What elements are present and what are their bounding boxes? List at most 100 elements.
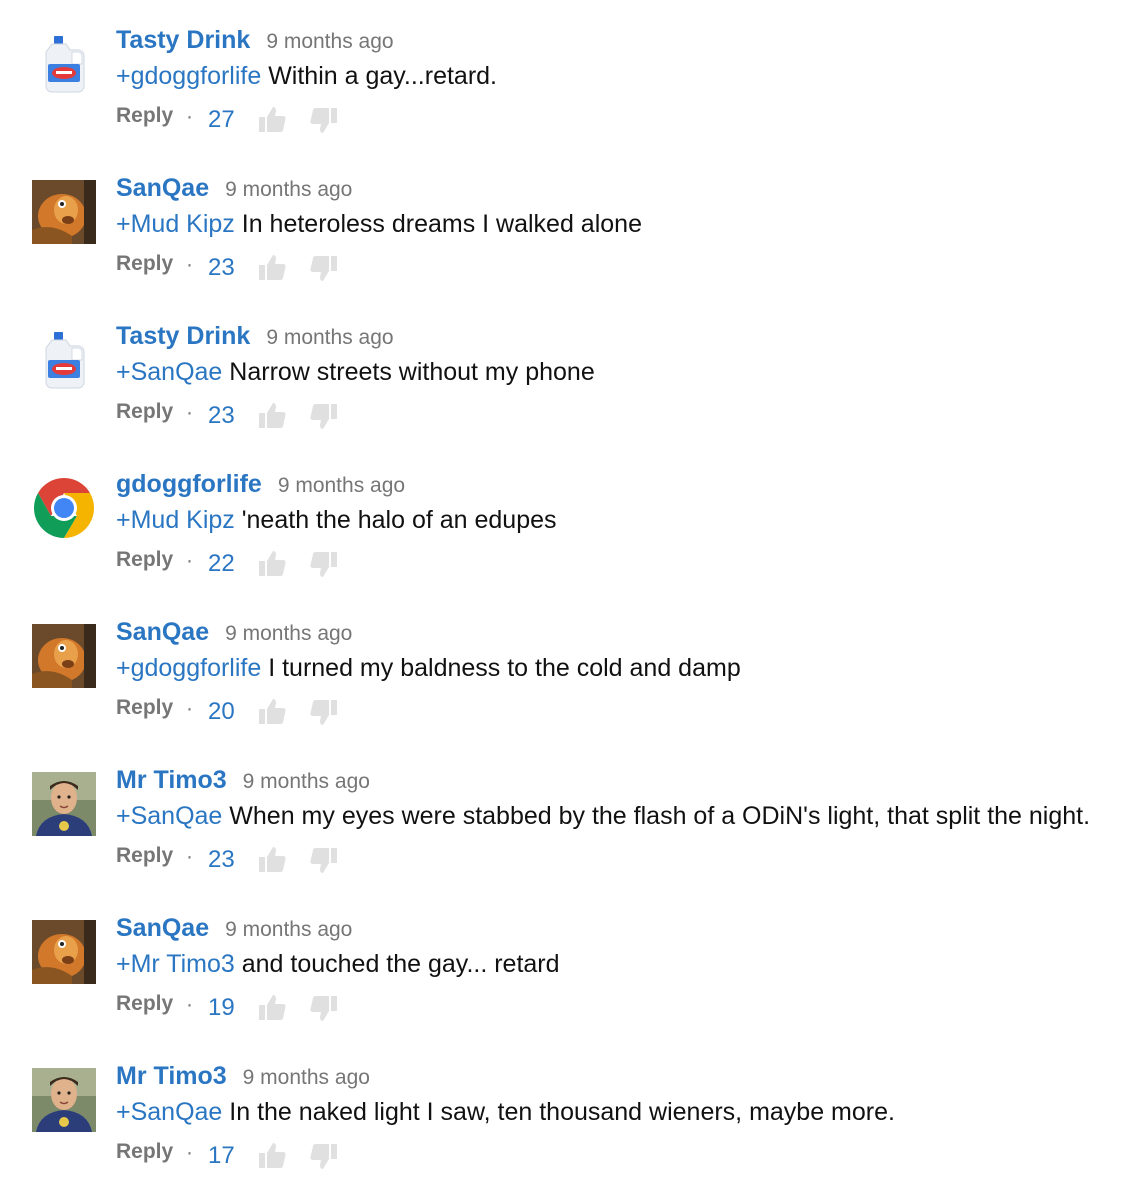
comment-header: SanQae 9 months ago xyxy=(116,618,352,652)
bleach-bottle-avatar[interactable] xyxy=(32,32,96,96)
comment-header: Tasty Drink 9 months ago xyxy=(116,322,394,356)
comment-text: I turned my baldness to the cold and dam… xyxy=(261,654,741,682)
thumbs-down-icon[interactable] xyxy=(308,400,340,432)
reply-button[interactable]: Reply xyxy=(116,696,173,720)
bleach-bottle-avatar[interactable] xyxy=(32,328,96,392)
comment-item: Tasty Drink 9 months ago +gdoggforlife Wi… xyxy=(0,0,1136,148)
comment-timestamp[interactable]: 9 months ago xyxy=(266,30,393,53)
comment-author-link[interactable]: SanQae xyxy=(116,174,209,202)
comment-author-link[interactable]: Mr Timo3 xyxy=(116,766,227,794)
comment-text: Narrow streets without my phone xyxy=(222,358,595,386)
reply-button[interactable]: Reply xyxy=(116,844,173,868)
mention-link[interactable]: +SanQae xyxy=(116,802,222,830)
thumbs-down-icon[interactable] xyxy=(308,104,340,136)
separator-dot: · xyxy=(186,697,193,720)
comment-timestamp[interactable]: 9 months ago xyxy=(243,1066,370,1089)
separator-dot: · xyxy=(186,993,193,1016)
like-count: 23 xyxy=(208,402,235,429)
separator-dot: · xyxy=(186,845,193,868)
man-portrait-avatar[interactable] xyxy=(32,772,96,836)
thumbs-up-icon[interactable] xyxy=(256,548,288,580)
thumbs-up-icon[interactable] xyxy=(256,1140,288,1172)
reply-button[interactable]: Reply xyxy=(116,548,173,572)
thumbs-up-icon[interactable] xyxy=(256,992,288,1024)
comment-body: +Mr Timo3 and touched the gay... retard xyxy=(116,950,560,979)
comment-author-link[interactable]: Tasty Drink xyxy=(116,26,250,54)
comment-text: In the naked light I saw, ten thousand w… xyxy=(222,1098,895,1126)
comment-timestamp[interactable]: 9 months ago xyxy=(278,474,405,497)
like-count: 27 xyxy=(208,106,235,133)
comment-text: and touched the gay... retard xyxy=(234,950,560,978)
like-count: 23 xyxy=(208,254,235,281)
thumbs-down-icon[interactable] xyxy=(308,252,340,284)
comment-body: +Mud Kipz 'neath the halo of an edupes xyxy=(116,506,557,535)
mention-link[interactable]: +Mr Timo3 xyxy=(116,950,235,978)
comment-item: Mr Timo3 9 months ago +SanQae In the nake… xyxy=(0,1036,1136,1184)
like-count: 22 xyxy=(208,550,235,577)
mention-link[interactable]: +gdoggforlife xyxy=(116,62,261,90)
comment-text: Within a gay...retard. xyxy=(261,62,498,90)
thumbs-down-icon[interactable] xyxy=(308,992,340,1024)
orange-creature-avatar[interactable] xyxy=(32,624,96,688)
comment-item: SanQae 9 months ago +gdoggforlife I turne… xyxy=(0,592,1136,740)
like-count: 17 xyxy=(208,1142,235,1169)
thumbs-down-icon[interactable] xyxy=(308,548,340,580)
reply-button[interactable]: Reply xyxy=(116,104,173,128)
comment-body: +SanQae When my eyes were stabbed by the… xyxy=(116,802,1090,831)
comment-header: SanQae 9 months ago xyxy=(116,174,352,208)
thumbs-down-icon[interactable] xyxy=(308,696,340,728)
separator-dot: · xyxy=(186,1141,193,1164)
thumbs-up-icon[interactable] xyxy=(256,400,288,432)
comment-author-link[interactable]: SanQae xyxy=(116,618,209,646)
comment-item: Mr Timo3 9 months ago +SanQae When my eye… xyxy=(0,740,1136,888)
comment-author-link[interactable]: gdoggforlife xyxy=(116,470,262,498)
separator-dot: · xyxy=(186,549,193,572)
comment-timestamp[interactable]: 9 months ago xyxy=(225,918,352,941)
comment-body: +gdoggforlife Within a gay...retard. xyxy=(116,62,497,91)
orange-creature-avatar[interactable] xyxy=(32,180,96,244)
comment-timestamp[interactable]: 9 months ago xyxy=(225,178,352,201)
separator-dot: · xyxy=(186,401,193,424)
reply-button[interactable]: Reply xyxy=(116,252,173,276)
man-portrait-avatar[interactable] xyxy=(32,1068,96,1132)
mention-link[interactable]: +Mud Kipz xyxy=(116,506,235,534)
like-count: 19 xyxy=(208,994,235,1021)
thumbs-up-icon[interactable] xyxy=(256,696,288,728)
comment-text: When my eyes were stabbed by the flash o… xyxy=(222,802,1091,830)
comment-author-link[interactable]: Mr Timo3 xyxy=(116,1062,227,1090)
comment-body: +SanQae Narrow streets without my phone xyxy=(116,358,595,387)
separator-dot: · xyxy=(186,105,193,128)
thumbs-up-icon[interactable] xyxy=(256,844,288,876)
chrome-logo-avatar[interactable] xyxy=(32,476,96,540)
thumbs-up-icon[interactable] xyxy=(256,252,288,284)
comment-timestamp[interactable]: 9 months ago xyxy=(243,770,370,793)
comment-header: Mr Timo3 9 months ago xyxy=(116,766,370,800)
comment-header: Mr Timo3 9 months ago xyxy=(116,1062,370,1096)
comment-author-link[interactable]: Tasty Drink xyxy=(116,322,250,350)
comment-header: SanQae 9 months ago xyxy=(116,914,352,948)
comment-timestamp[interactable]: 9 months ago xyxy=(266,326,393,349)
like-count: 23 xyxy=(208,846,235,873)
thumbs-down-icon[interactable] xyxy=(308,1140,340,1172)
thumbs-down-icon[interactable] xyxy=(308,844,340,876)
comment-header: gdoggforlife 9 months ago xyxy=(116,470,405,504)
comment-author-link[interactable]: SanQae xyxy=(116,914,209,942)
comment-timestamp[interactable]: 9 months ago xyxy=(225,622,352,645)
orange-creature-avatar[interactable] xyxy=(32,920,96,984)
reply-button[interactable]: Reply xyxy=(116,400,173,424)
mention-link[interactable]: +gdoggforlife xyxy=(116,654,261,682)
mention-link[interactable]: +SanQae xyxy=(116,358,222,386)
comment-item: gdoggforlife 9 months ago +Mud Kipz 'neat… xyxy=(0,444,1136,592)
mention-link[interactable]: +SanQae xyxy=(116,1098,222,1126)
thumbs-up-icon[interactable] xyxy=(256,104,288,136)
mention-link[interactable]: +Mud Kipz xyxy=(116,210,235,238)
separator-dot: · xyxy=(186,253,193,276)
reply-button[interactable]: Reply xyxy=(116,1140,173,1164)
reply-button[interactable]: Reply xyxy=(116,992,173,1016)
comment-body: +SanQae In the naked light I saw, ten th… xyxy=(116,1098,895,1127)
comment-text: In heteroless dreams I walked alone xyxy=(234,210,642,238)
comment-item: SanQae 9 months ago +Mud Kipz In heterole… xyxy=(0,148,1136,296)
comment-header: Tasty Drink 9 months ago xyxy=(116,26,394,60)
comment-text: 'neath the halo of an edupes xyxy=(234,506,557,534)
comment-item: SanQae 9 months ago +Mr Timo3 and touched… xyxy=(0,888,1136,1036)
